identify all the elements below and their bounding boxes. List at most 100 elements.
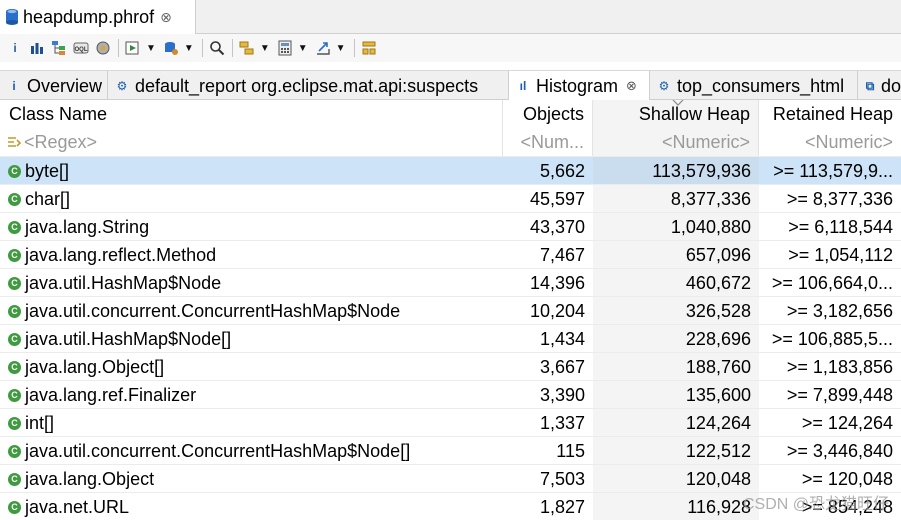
close-icon[interactable]: ⊗ [160,9,172,26]
svg-text:OQL: OQL [75,47,88,53]
toolbar: i OQL ▼ ▼ ▼ ▼ ▼ [0,34,901,62]
export-dropdown-icon[interactable]: ▼ [336,43,346,54]
class-name-filter[interactable]: <Regex> [0,129,503,156]
table-row[interactable]: Cjava.lang.ref.Finalizer 3,390 135,600 >= 7… [0,380,901,409]
class-icon: C [8,472,21,486]
table-row[interactable]: Cchar[] 45,597 8,377,336 >= 8,377,336 [0,184,901,213]
class-name-cell: Cjava.util.concurrent.ConcurrentHashMap$… [0,297,503,325]
export-icon[interactable] [314,39,332,57]
compare-icon[interactable] [360,39,378,57]
retained-heap-cell: >= 6,118,544 [788,216,893,237]
info-icon: i [12,79,16,93]
shallow-heap-cell: 188,760 [593,353,759,381]
run-query-icon[interactable] [124,39,142,57]
class-name: char[] [25,188,71,209]
heap-dump-overview-icon[interactable] [94,39,112,57]
shallow-heap-cell: 124,264 [593,409,759,437]
info-icon[interactable]: i [6,39,24,57]
retained-heap-cell: >= 3,446,840 [786,440,893,461]
class-name-cell: Cjava.lang.reflect.Method [0,241,503,269]
class-name-cell: Cjava.lang.Object [0,465,503,493]
table-row[interactable]: Cjava.lang.reflect.Method 7,467 657,096 >= … [0,240,901,269]
tab-overview[interactable]: i Overview [0,71,108,101]
query-browser-icon[interactable] [162,39,180,57]
class-name: java.net.URL [25,496,130,517]
group-by-dropdown-icon[interactable]: ▼ [260,43,270,54]
objects-cell: 5,662 [539,160,585,181]
retained-heap-cell: >= 1,054,112 [788,244,893,265]
table-row[interactable]: Cjava.util.HashMap$Node 14,396 460,672 >= 1… [0,268,901,297]
calculate-dropdown-icon[interactable]: ▼ [298,43,308,54]
table-row[interactable]: Cjava.util.concurrent.ConcurrentHashMap$… [0,296,901,325]
report-icon: ⚙ [116,79,128,93]
table-row[interactable]: Cint[] 1,337 124,264 >= 124,264 [0,408,901,437]
tab-label: Histogram [536,75,619,96]
table-header: Class Name Objects Shallow Heap Retained… [0,100,901,129]
close-icon[interactable]: ⊗ [626,78,637,94]
table-row[interactable]: Cbyte[] 5,662 113,579,936 >= 113,579,9... [0,156,901,185]
class-name-cell: Cjava.lang.String [0,213,503,241]
objects-cell: 7,503 [539,468,585,489]
column-header-class-name[interactable]: Class Name [0,100,503,129]
class-name: java.lang.String [25,216,150,237]
class-icon: C [8,304,21,318]
tab-label: top_consumers_html [677,75,845,96]
table-row[interactable]: Cjava.lang.String 43,370 1,040,880 >= 6,118… [0,212,901,241]
class-name: java.util.HashMap$Node[] [25,328,232,349]
class-name-cell: Cjava.lang.ref.Finalizer [0,381,503,409]
oql-icon[interactable]: OQL [72,39,90,57]
table-row[interactable]: Cjava.util.HashMap$Node[] 1,434 228,696 >= … [0,324,901,353]
search-icon[interactable] [208,39,226,57]
dominator-tree-icon[interactable] [50,39,68,57]
run-query-dropdown-icon[interactable]: ▼ [146,43,156,54]
tab-label: do [880,75,901,96]
class-icon: C [8,388,21,402]
shallow-heap-cell: 657,096 [593,241,759,269]
query-browser-dropdown-icon[interactable]: ▼ [184,43,194,54]
shallow-heap-cell: 116,928 [593,493,759,520]
toolbar-separator [353,39,355,57]
class-icon: C [8,164,21,178]
retained-heap-filter[interactable]: <Numeric> [759,129,901,156]
column-header-objects[interactable]: Objects [503,100,593,129]
table-row[interactable]: Cjava.util.concurrent.ConcurrentHashMap$… [0,436,901,465]
shallow-heap-cell: 135,600 [593,381,759,409]
retained-heap-cell: >= 106,664,0... [771,272,893,293]
histogram-icon[interactable] [28,39,46,57]
shallow-heap-cell: 113,579,936 [593,157,759,185]
class-name: java.lang.reflect.Method [25,244,217,265]
class-name-cell: Cjava.lang.Object[] [0,353,503,381]
table-row[interactable]: Cjava.lang.Object[] 3,667 188,760 >= 1,183,… [0,352,901,381]
objects-filter[interactable]: <Num... [503,129,593,156]
table-row[interactable]: Cjava.lang.Object 7,503 120,048 >= 120,048 [0,464,901,493]
shallow-heap-cell: 460,672 [593,269,759,297]
sort-descending-icon [672,100,684,106]
class-icon: C [8,444,21,458]
objects-cell: 43,370 [529,216,585,237]
class-name: java.util.concurrent.ConcurrentHashMap$N… [25,440,411,461]
tab-top-consumers[interactable]: ⚙ top_consumers_html [650,71,858,101]
shallow-heap-cell: 228,696 [593,325,759,353]
group-by-icon[interactable] [238,39,256,57]
shallow-heap-filter[interactable]: <Numeric> [593,129,759,156]
tab-dominator[interactable]: ⧉ do [858,71,901,101]
class-name: java.lang.ref.Finalizer [25,384,197,405]
tab-histogram[interactable]: ıl Histogram ⊗ [509,71,650,101]
tab-label: Overview [27,75,103,96]
objects-cell: 45,597 [529,188,585,209]
result-tab-bar: i Overview ⚙ default_report org.eclipse.… [0,70,901,101]
calculator-icon[interactable] [276,39,294,57]
class-icon: C [8,192,21,206]
database-icon [6,9,18,25]
retained-heap-cell: >= 7,899,448 [786,384,893,405]
retained-heap-cell: >= 8,377,336 [786,188,893,209]
shallow-heap-cell: 1,040,880 [593,213,759,241]
class-name-cell: Cchar[] [0,185,503,213]
editor-tab-heapdump[interactable]: heapdump.phrof ⊗ [0,0,196,34]
retained-heap-cell: >= 3,182,656 [786,300,893,321]
class-name: java.lang.Object [25,468,155,489]
column-header-retained-heap[interactable]: Retained Heap [759,100,901,129]
class-name-cell: Cbyte[] [0,157,503,185]
tab-default-report[interactable]: ⚙ default_report org.eclipse.mat.api:sus… [108,71,509,101]
retained-heap-cell: >= 113,579,9... [773,160,893,181]
